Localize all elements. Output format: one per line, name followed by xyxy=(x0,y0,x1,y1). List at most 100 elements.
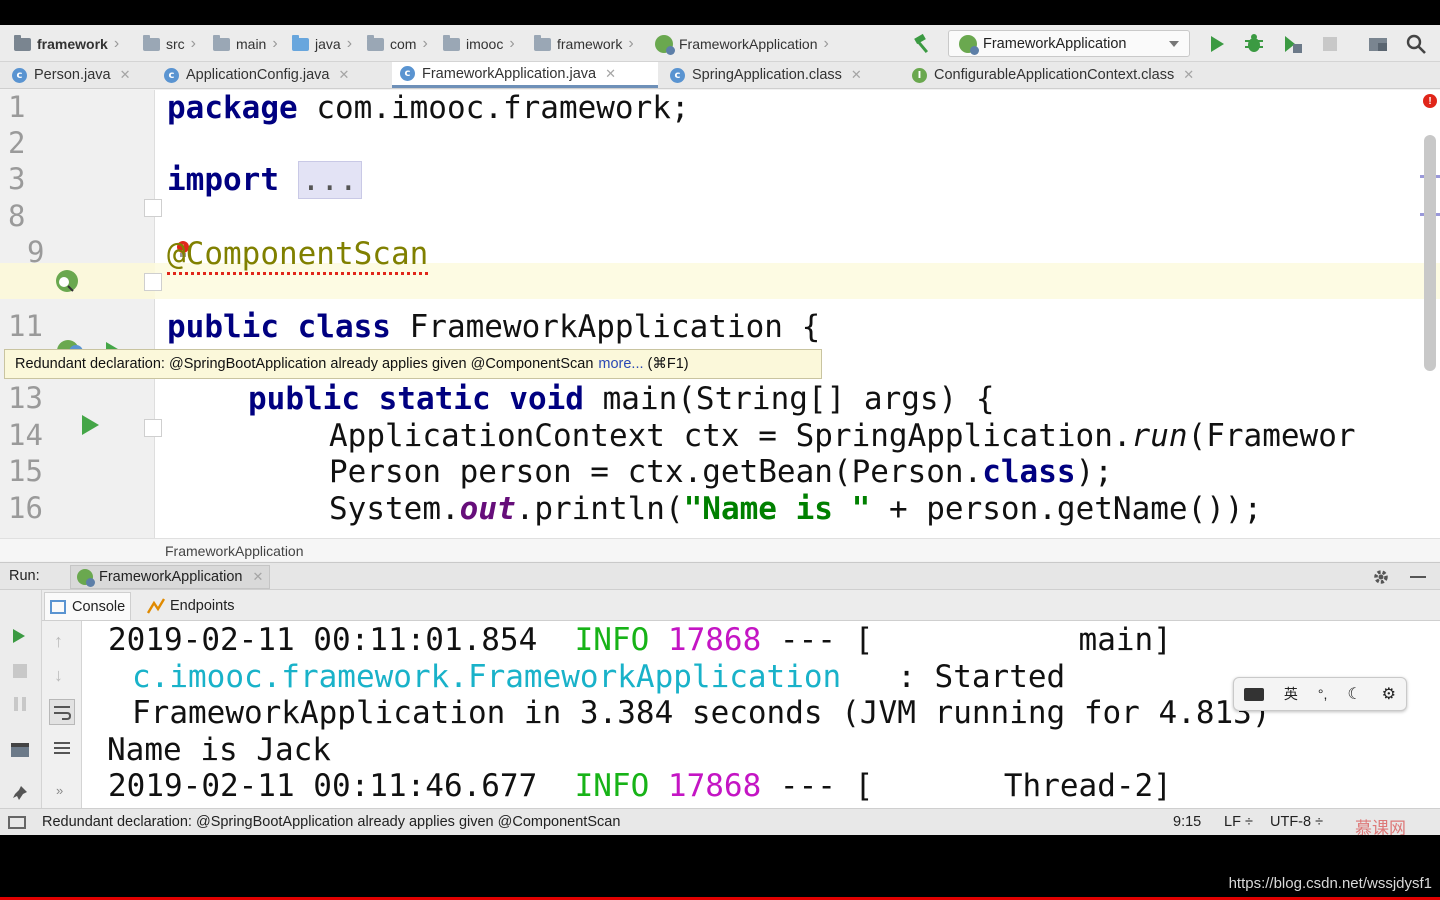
spring-boot-icon xyxy=(959,34,979,55)
run-button[interactable] xyxy=(1206,33,1228,55)
folder-icon xyxy=(213,34,230,51)
moon-icon[interactable]: ☾ xyxy=(1347,684,1361,704)
console-toolbar: ↑ ↓ » xyxy=(42,621,82,808)
more-link[interactable]: more... xyxy=(598,356,643,372)
ime-punctuation[interactable]: °, xyxy=(1318,686,1328,702)
gear-icon[interactable] xyxy=(1372,568,1390,590)
package-icon xyxy=(367,34,384,51)
code-line-3: import ... xyxy=(167,161,362,199)
console-line: c.imooc.framework.FrameworkApplication :… xyxy=(132,659,1066,695)
code-line-15: Person person = ctx.getBean(Person.class… xyxy=(329,454,1113,490)
stop-icon[interactable] xyxy=(13,664,27,678)
gear-icon[interactable]: ⚙ xyxy=(1382,684,1396,704)
breadcrumb-project[interactable]: framework › xyxy=(14,34,119,54)
breadcrumb-imooc[interactable]: imooc › xyxy=(443,34,515,54)
run-tab-frameworkapplication[interactable]: FrameworkApplication ✕ xyxy=(70,565,271,589)
close-icon[interactable]: ✕ xyxy=(252,569,263,585)
status-bar: Redundant declaration: @SpringBootApplic… xyxy=(0,808,1440,835)
tab-frameworkapplication-java[interactable]: c FrameworkApplication.java ✕ xyxy=(392,62,658,88)
line-number: 9 xyxy=(27,235,45,269)
caret-position[interactable]: 9:15 xyxy=(1173,814,1201,830)
line-separator[interactable]: LF ÷ xyxy=(1224,814,1253,830)
error-annotation: @ComponentScan xyxy=(167,236,429,275)
editor-scrollbar[interactable] xyxy=(1424,135,1436,371)
ime-language[interactable]: 英 xyxy=(1284,684,1298,704)
tab-person-java[interactable]: c Person.java ✕ xyxy=(12,62,152,88)
line-number: 13 xyxy=(8,381,43,415)
chevron-down-icon xyxy=(1169,41,1179,47)
close-icon[interactable]: ✕ xyxy=(851,67,862,83)
more-icon[interactable]: » xyxy=(56,783,63,798)
project-structure-button[interactable] xyxy=(1367,33,1389,55)
console-output[interactable]: 2019-02-11 00:11:01.854 INFO 17868 --- [… xyxy=(82,621,1440,808)
tab-configurableapplicationcontext-class[interactable]: I ConfigurableApplicationContext.class ✕ xyxy=(912,62,1252,88)
line-number: 16 xyxy=(8,491,43,525)
line-number: 8 xyxy=(8,199,26,233)
pin-icon[interactable] xyxy=(11,784,29,802)
toggle-tool-windows-icon[interactable] xyxy=(8,816,26,829)
breadcrumb-java[interactable]: java › xyxy=(292,34,352,54)
play-icon xyxy=(1210,36,1224,52)
arrow-up-icon[interactable]: ↑ xyxy=(54,631,63,652)
imooc-logo: 慕课网 xyxy=(1355,819,1406,835)
stop-icon xyxy=(1323,37,1337,51)
code-line-13: public static void main(String[] args) { xyxy=(248,381,995,417)
fold-icon[interactable] xyxy=(144,419,162,437)
breadcrumb-main[interactable]: main › xyxy=(213,34,278,54)
code-line-9: @ComponentScan xyxy=(167,236,429,275)
close-icon[interactable]: ✕ xyxy=(605,66,616,82)
breadcrumb-framework[interactable]: framework › xyxy=(534,34,634,54)
debug-button[interactable] xyxy=(1243,33,1265,55)
run-with-coverage-button[interactable] xyxy=(1281,33,1303,55)
tab-springapplication-class[interactable]: c SpringApplication.class ✕ xyxy=(670,62,900,88)
line-number: 2 xyxy=(8,126,26,160)
run-configuration-select[interactable]: FrameworkApplication xyxy=(948,30,1190,57)
code-editor[interactable]: 1 2 3 8 9 11 12 13 14 15 16 ! c package … xyxy=(0,90,1440,538)
breadcrumb-src[interactable]: src › xyxy=(143,34,196,54)
interface-icon: I xyxy=(912,67,927,83)
tab-console[interactable]: Console xyxy=(44,592,132,620)
search-button[interactable] xyxy=(1405,33,1427,55)
close-icon[interactable]: ✕ xyxy=(120,67,131,83)
pause-icon[interactable] xyxy=(14,697,26,711)
folded-imports[interactable]: ... xyxy=(297,161,362,199)
rerun-icon[interactable] xyxy=(13,629,25,643)
spring-bean-icon[interactable] xyxy=(54,268,80,299)
breadcrumb-com[interactable]: com › xyxy=(367,34,428,54)
tab-endpoints[interactable]: Endpoints xyxy=(141,592,240,620)
keyboard-icon[interactable] xyxy=(1243,687,1264,701)
class-icon: c xyxy=(12,67,27,83)
status-message: Redundant declaration: @SpringBootApplic… xyxy=(42,814,621,830)
fold-icon[interactable] xyxy=(144,273,162,291)
source-folder-icon xyxy=(292,34,309,51)
bug-icon xyxy=(1245,34,1263,52)
layout-icon[interactable] xyxy=(11,743,29,757)
line-number: 15 xyxy=(8,454,43,488)
project-structure-icon xyxy=(1369,38,1387,51)
watermark-text: https://blog.csdn.net/wssjdysf1 xyxy=(1228,875,1432,892)
stop-button[interactable] xyxy=(1319,33,1341,55)
file-encoding[interactable]: UTF-8 ÷ xyxy=(1270,814,1323,830)
line-number: 3 xyxy=(8,162,26,196)
soft-wrap-icon[interactable] xyxy=(49,699,75,725)
console-line: 2019-02-11 00:11:46.677 INFO 17868 --- [… xyxy=(108,768,1172,804)
line-number: 1 xyxy=(8,90,26,124)
input-method-toolbar[interactable]: 英 °, ☾ ⚙ xyxy=(1233,677,1407,711)
minimize-icon[interactable] xyxy=(1410,576,1426,578)
tab-applicationconfig-java[interactable]: c ApplicationConfig.java ✕ xyxy=(164,62,388,88)
close-icon[interactable]: ✕ xyxy=(1183,67,1194,83)
scroll-to-end-icon[interactable] xyxy=(52,737,72,762)
code-line-14: ApplicationContext ctx = SpringApplicati… xyxy=(329,418,1356,454)
arrow-down-icon[interactable]: ↓ xyxy=(54,665,63,686)
class-icon: c xyxy=(670,67,685,83)
run-main-icon[interactable] xyxy=(82,415,99,435)
endpoints-icon xyxy=(146,598,166,614)
breadcrumb-class[interactable]: FrameworkApplication › xyxy=(655,34,829,55)
build-hammer-icon[interactable] xyxy=(912,33,934,55)
close-icon[interactable]: ✕ xyxy=(338,67,349,83)
fold-icon[interactable] xyxy=(144,199,162,217)
code-breadcrumb: FrameworkApplication xyxy=(0,538,1440,561)
inspection-tooltip: Redundant declaration: @SpringBootApplic… xyxy=(4,349,822,379)
error-stripe-icon[interactable]: ! xyxy=(1423,94,1437,108)
spring-boot-icon xyxy=(77,569,95,587)
